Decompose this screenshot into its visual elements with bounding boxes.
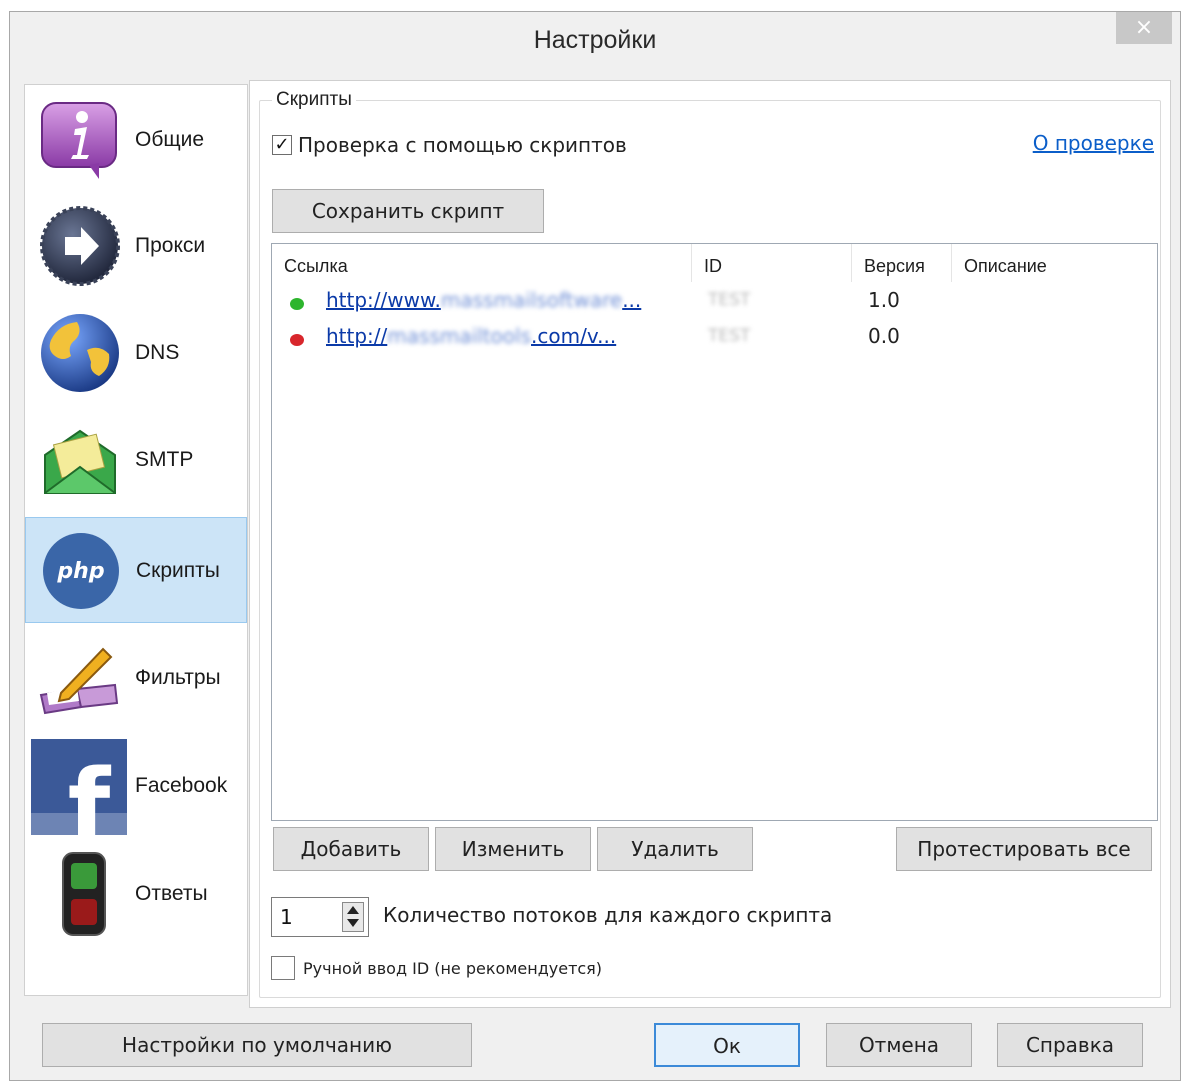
- col-header-id[interactable]: ID: [692, 244, 852, 282]
- threads-value: 1: [280, 905, 293, 929]
- arrow-up-icon[interactable]: [347, 906, 359, 914]
- manual-id-label: Ручной ввод ID (не рекомендуется): [303, 958, 603, 978]
- link-blurred: massmailtools: [387, 324, 532, 348]
- link-blurred: massmailsoftware: [440, 288, 623, 312]
- php-logo-text: php: [56, 559, 104, 584]
- table-row[interactable]: http://www.massmailsoftware... TEST 1.0: [272, 284, 1157, 320]
- script-version: 0.0: [868, 324, 900, 348]
- title-bar: Настройки ×: [10, 12, 1180, 74]
- add-button[interactable]: Добавить: [273, 827, 429, 871]
- sidebar-item-facebook[interactable]: f Facebook: [25, 733, 247, 839]
- table-row[interactable]: http://massmailtools.com/v... TEST 0.0: [272, 320, 1157, 356]
- ok-button[interactable]: Ок: [654, 1023, 800, 1067]
- about-check-link[interactable]: О проверке: [1033, 131, 1154, 155]
- script-id: TEST: [708, 290, 751, 310]
- close-button[interactable]: ×: [1116, 12, 1172, 44]
- globe-icon: [41, 314, 119, 392]
- help-button[interactable]: Справка: [997, 1023, 1143, 1067]
- col-header-version[interactable]: Версия: [852, 244, 952, 282]
- script-version: 1.0: [868, 288, 900, 312]
- arrow-circle-icon: [40, 206, 120, 286]
- sidebar-item-label: Ответы: [135, 882, 208, 905]
- stepper-buttons[interactable]: [342, 902, 364, 932]
- manual-id-checkbox[interactable]: [271, 956, 295, 980]
- restore-defaults-button[interactable]: Настройки по умолчанию: [42, 1023, 472, 1067]
- sidebar-item-proxy[interactable]: Прокси: [25, 193, 247, 299]
- sidebar-item-scripts[interactable]: php Скрипты: [25, 517, 247, 623]
- sidebar-item-label: DNS: [135, 341, 180, 364]
- delete-button[interactable]: Удалить: [597, 827, 753, 871]
- col-header-link[interactable]: Ссылка: [272, 244, 692, 282]
- script-link[interactable]: http://www.massmailsoftware...: [326, 288, 641, 312]
- status-ok-icon: [290, 298, 304, 310]
- group-title: Скрипты: [272, 89, 356, 111]
- sidebar-item-dns[interactable]: DNS: [25, 300, 247, 406]
- facebook-icon: f: [31, 739, 127, 835]
- enable-scripts-row[interactable]: ✓ Проверка с помощью скриптов: [272, 131, 627, 159]
- link-prefix: http://: [326, 324, 388, 348]
- sidebar-item-label: SMTP: [135, 448, 194, 471]
- scripts-panel: Скрипты ✓ Проверка с помощью скриптов О …: [249, 80, 1171, 1008]
- envelope-icon: [44, 429, 116, 494]
- sidebar-item-filters[interactable]: Фильтры: [25, 625, 247, 731]
- script-link[interactable]: http://massmailtools.com/v...: [326, 324, 616, 348]
- sidebar-item-general[interactable]: Общие: [25, 87, 247, 193]
- manual-id-row[interactable]: Ручной ввод ID (не рекомендуется): [271, 956, 602, 980]
- info-icon: [41, 102, 117, 179]
- enable-scripts-checkbox[interactable]: ✓: [272, 135, 292, 155]
- sidebar-item-smtp[interactable]: SMTP: [25, 407, 247, 513]
- window-title: Настройки: [533, 26, 657, 54]
- table-header: Ссылка ID Версия Описание: [272, 244, 1157, 282]
- edit-button[interactable]: Изменить: [435, 827, 591, 871]
- cancel-button[interactable]: Отмена: [826, 1023, 972, 1067]
- threads-label: Количество потоков для каждого скрипта: [383, 903, 833, 927]
- settings-sidebar: Общие Прокси DNS SMTP php Скрипты Фильтр…: [24, 84, 248, 996]
- scripts-table: Ссылка ID Версия Описание http://www.mas…: [271, 243, 1158, 821]
- status-fail-icon: [290, 334, 304, 346]
- sidebar-item-answers[interactable]: Ответы: [25, 841, 247, 947]
- sidebar-item-label: Фильтры: [135, 666, 221, 689]
- traffic-light-icon: [62, 852, 106, 936]
- sidebar-item-label: Скрипты: [136, 559, 220, 582]
- threads-stepper[interactable]: 1: [271, 897, 369, 937]
- script-id: TEST: [708, 326, 751, 346]
- facebook-letter: f: [68, 749, 112, 835]
- test-all-button[interactable]: Протестировать все: [896, 827, 1152, 871]
- save-script-button[interactable]: Сохранить скрипт: [272, 189, 544, 233]
- sidebar-item-label: Facebook: [135, 774, 228, 797]
- link-suffix: ...: [622, 288, 642, 312]
- settings-window: Настройки × Общие Прокси DNS SMTP php Ск…: [9, 11, 1181, 1081]
- enable-scripts-label: Проверка с помощью скриптов: [298, 133, 627, 157]
- book-pencil-icon: [39, 647, 119, 715]
- arrow-down-icon[interactable]: [347, 919, 359, 927]
- link-suffix: .com/v...: [531, 324, 617, 348]
- sidebar-item-label: Общие: [135, 128, 205, 151]
- sidebar-item-label: Прокси: [135, 234, 206, 257]
- col-header-description[interactable]: Описание: [952, 244, 1157, 282]
- link-prefix: http://www.: [326, 288, 441, 312]
- php-icon: php: [43, 533, 119, 609]
